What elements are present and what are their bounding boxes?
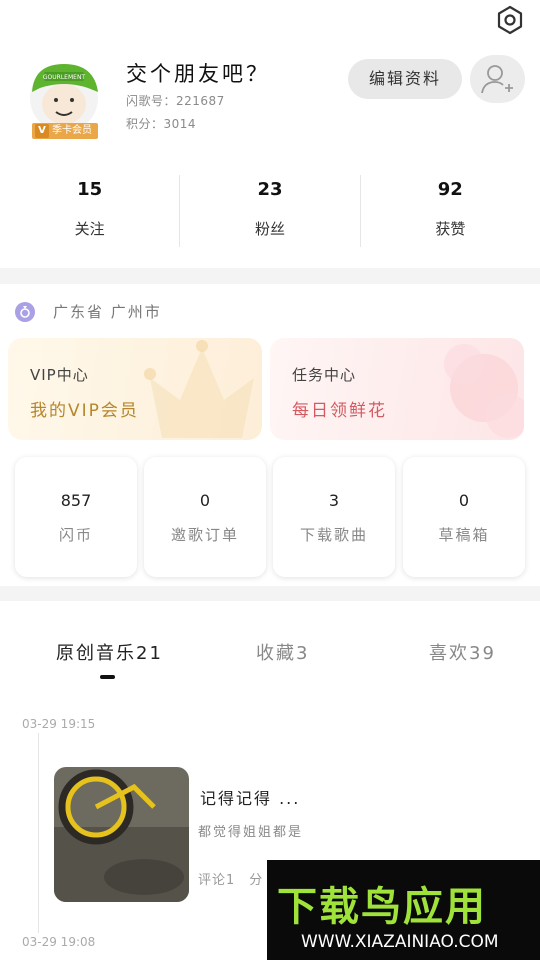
location-icon (15, 302, 35, 322)
stat-value: 15 (77, 179, 103, 200)
profile-header: GOURLEMENT V 季卡会员 交个朋友吧？ 闪歌号：221687 积分：3… (0, 0, 540, 268)
post-title[interactable]: 记得记得 ... (200, 785, 300, 809)
watermark-url: WWW.XIAZAINIAO.COM (301, 932, 499, 952)
profile-page: GOURLEMENT V 季卡会员 交个朋友吧？ 闪歌号：221687 积分：3… (0, 0, 540, 960)
post-timestamp: 03-29 19:15 (22, 717, 96, 731)
crown-icon (144, 340, 254, 438)
tile-downloads[interactable]: 3 下载歌曲 (273, 457, 395, 577)
tab-indicator (100, 675, 115, 679)
stat-value: 23 (257, 179, 283, 200)
stat-followers[interactable]: 23 粉丝 (179, 175, 359, 247)
tile-label: 草稿箱 (438, 526, 490, 544)
member-badge-label: 季卡会员 (52, 125, 92, 136)
location-text: 广东省 广州市 (53, 303, 162, 321)
tile-label: 邀歌订单 (170, 526, 239, 544)
tile-value: 0 (199, 491, 211, 510)
stat-label: 关注 (74, 220, 105, 238)
tile-label: 闪币 (58, 526, 93, 544)
post-description: 都觉得姐姐都是 (198, 825, 304, 840)
stat-label: 粉丝 (254, 220, 285, 238)
tile-value: 0 (458, 491, 470, 510)
watermark-title: 下载鸟应用 (277, 884, 487, 930)
vip-center-title: VIP中心 (30, 366, 89, 384)
stat-likes[interactable]: 92 获赞 (359, 175, 540, 247)
tab-original-music[interactable]: 原创音乐21 (56, 639, 163, 665)
post-timestamp: 03-29 19:08 (22, 935, 96, 949)
member-badge: V 季卡会员 (32, 123, 98, 139)
add-user-icon (481, 65, 513, 94)
vip-icon: V (35, 124, 49, 138)
task-center-subtitle: 每日领鲜花 (292, 401, 387, 421)
tile-song-orders[interactable]: 0 邀歌订单 (144, 457, 266, 577)
tile-value: 3 (328, 491, 340, 510)
stats-row: 15 关注 23 粉丝 92 获赞 (0, 175, 540, 247)
wallet-tiles: 857 闪币 0 邀歌订单 3 下载歌曲 0 草稿箱 (0, 457, 540, 579)
account-section: 广东省 广州市 VIP中心 我的VIP会员 任务中心 每日领鲜花 857 闪币 (0, 284, 540, 586)
add-friend-button[interactable] (470, 55, 525, 103)
user-id: 闪歌号：221687 (126, 94, 225, 108)
stat-label: 获赞 (435, 220, 466, 238)
tile-label: 下载歌曲 (299, 526, 368, 544)
tile-drafts[interactable]: 0 草稿箱 (403, 457, 525, 577)
edit-profile-button[interactable]: 编辑资料 (348, 59, 462, 99)
watermark-logo: 下载鸟应用 WWW.XIAZAINIAO.COM (267, 860, 540, 960)
task-center-card[interactable]: 任务中心 每日领鲜花 (270, 338, 524, 440)
stat-following[interactable]: 15 关注 (0, 175, 179, 247)
vip-center-subtitle: 我的VIP会员 (30, 401, 139, 421)
tile-value: 857 (60, 491, 92, 510)
avatar-hat-text: GOURLEMENT (43, 74, 86, 81)
tab-likes[interactable]: 喜欢39 (429, 639, 496, 665)
post-thumbnail[interactable] (54, 767, 189, 902)
timeline-line (38, 733, 39, 933)
vip-center-card[interactable]: VIP中心 我的VIP会员 (8, 338, 262, 440)
post-comments[interactable]: 评论1 分 (198, 869, 263, 888)
username: 交个朋友吧？ (126, 62, 270, 86)
tab-favorites[interactable]: 收藏3 (256, 639, 309, 665)
stat-value: 92 (437, 179, 463, 200)
user-points: 积分：3014 (126, 117, 197, 131)
settings-icon[interactable] (494, 4, 526, 36)
tile-coins[interactable]: 857 闪币 (15, 457, 137, 577)
flower-icon (444, 344, 524, 438)
task-center-title: 任务中心 (292, 366, 357, 384)
